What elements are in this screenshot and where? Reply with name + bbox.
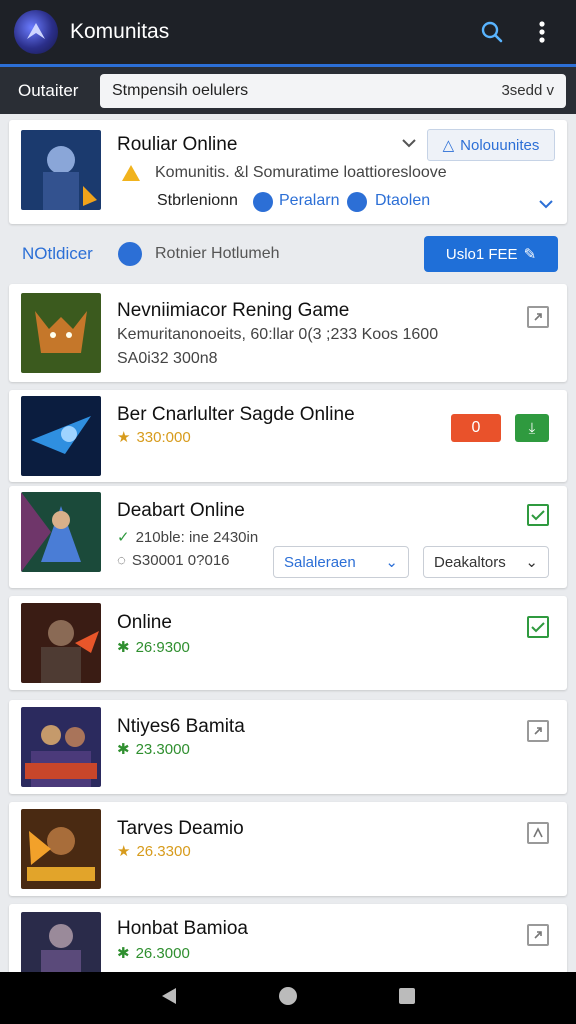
game-count: 26.3300 xyxy=(136,842,191,860)
count-badge[interactable]: 0 xyxy=(451,414,501,442)
filter-bar: Outaiter Stmpensih oelulers 3sedd v xyxy=(0,64,576,114)
list-item[interactable]: Nevniimiacor Rening Game Kemuritanonoeit… xyxy=(9,284,567,382)
featured-card[interactable]: Rouliar Online △ Nolouunites Komunitis. … xyxy=(9,120,567,224)
game-count: 26:9300 xyxy=(135,638,190,656)
list-item[interactable]: Tarves Deamio ★ 26.3300 xyxy=(9,802,567,896)
game-info: ✓ 210ble: ine 2430in xyxy=(117,528,259,547)
star-icon: ✱ xyxy=(117,639,130,656)
edit-icon: ✎ xyxy=(523,246,537,263)
star-icon: ★ xyxy=(117,429,131,446)
download-icon[interactable]: ⤓ xyxy=(515,414,549,442)
more-vert-icon[interactable] xyxy=(522,12,562,52)
section-subtitle: Rotnier Hotlumeh xyxy=(155,245,280,262)
filter-label: Outaiter xyxy=(18,80,79,100)
section-action-button[interactable]: Uslo1 FEE ✎ xyxy=(424,236,558,272)
game-info-text: 210ble: ine 2430in xyxy=(135,528,259,546)
list-item[interactable]: Ber Cnarlulter Sagde Online ★ 330:000 0 … xyxy=(9,390,567,482)
system-nav-bar xyxy=(0,972,576,1024)
share-icon[interactable] xyxy=(527,822,549,844)
game-players: SA0i32 300n8 xyxy=(117,350,218,367)
globe-icon xyxy=(118,242,142,266)
chevron-down-icon: ⌄ xyxy=(525,554,538,571)
featured-action-label: Nolouunites xyxy=(460,136,540,154)
external-link-icon[interactable] xyxy=(527,306,549,328)
section-title: NOtldicer xyxy=(22,244,93,263)
game-comments-text: S30001 0?016 xyxy=(131,552,230,569)
game-count: 26.3000 xyxy=(135,944,190,962)
chevron-down-icon[interactable] xyxy=(401,136,417,154)
globe-icon xyxy=(347,192,367,212)
game-title: Nevniimiacor Rening Game xyxy=(117,300,350,321)
list-item[interactable]: Ntiyes6 Bamita ✱ 23.3000 xyxy=(9,700,567,794)
filter-value: Stmpensih oelulers xyxy=(112,81,249,99)
game-thumbnail xyxy=(21,293,101,373)
select-dropdown-value: Salaleraen xyxy=(284,553,356,571)
featured-title: Rouliar Online xyxy=(117,134,238,155)
game-rating: ✱ 26:9300 xyxy=(117,638,190,657)
star-icon: ✱ xyxy=(117,945,130,962)
game-count: 23.3000 xyxy=(135,740,190,758)
list-item[interactable]: Deabart Online ✓ 210ble: ine 2430in ◌ S3… xyxy=(9,486,567,588)
warning-icon xyxy=(121,164,141,187)
game-title: Deabart Online xyxy=(117,500,245,521)
comment-icon: ◌ xyxy=(117,552,126,569)
game-title: Tarves Deamio xyxy=(117,818,244,839)
game-title: Ntiyes6 Bamita xyxy=(117,716,245,737)
featured-tag-1: Stbrlenionn xyxy=(157,192,238,209)
game-thumbnail xyxy=(21,707,101,787)
list-item[interactable]: Online ✱ 26:9300 xyxy=(9,596,567,690)
featured-action-button[interactable]: △ Nolouunites xyxy=(427,129,555,161)
section-action-label: Uslo1 FEE xyxy=(445,245,518,263)
game-title: Honbat Bamioa xyxy=(117,918,248,939)
filter-select[interactable]: 3sedd v xyxy=(501,82,554,99)
game-comments: ◌ S30001 0?016 xyxy=(117,552,230,569)
tag-icon: △ xyxy=(442,137,455,154)
chevron-down-icon: ⌄ xyxy=(385,554,398,571)
game-thumbnail xyxy=(21,492,101,572)
featured-subtitle: Komunitis. &l Somuratime loattioresloove xyxy=(155,164,447,181)
game-rating: ★ 26.3300 xyxy=(117,842,191,861)
game-rating: ✱ 23.3000 xyxy=(117,740,190,759)
featured-tag-2[interactable]: Peralarn xyxy=(279,192,339,210)
game-count: 330:000 xyxy=(136,428,191,446)
select-dropdown[interactable]: Deakaltors ⌄ xyxy=(423,546,549,578)
select-dropdown-value: Deakaltors xyxy=(434,553,506,571)
check-icon[interactable] xyxy=(527,616,549,638)
game-thumbnail xyxy=(21,396,101,476)
app-title: Komunitas xyxy=(70,20,170,43)
recents-icon[interactable] xyxy=(398,987,416,1010)
globe-icon xyxy=(253,192,273,212)
game-thumbnail xyxy=(21,809,101,889)
star-icon: ★ xyxy=(117,843,131,860)
game-thumbnail xyxy=(21,603,101,683)
chevron-down-icon[interactable] xyxy=(539,196,553,214)
check-circle-icon: ✓ xyxy=(117,529,130,546)
external-link-icon[interactable] xyxy=(527,924,549,946)
back-icon[interactable] xyxy=(160,986,178,1011)
game-title: Ber Cnarlulter Sagde Online xyxy=(117,404,355,425)
search-icon[interactable] xyxy=(472,12,512,52)
list-item[interactable]: Honbat Bamioa ✱ 26.3000 xyxy=(9,904,567,974)
check-icon[interactable] xyxy=(527,504,549,526)
app-bar: Komunitas xyxy=(0,0,576,64)
game-description: Kemuritanonoeits, 60:llar 0(3 ;233 Koos … xyxy=(117,326,439,343)
filter-input[interactable]: Stmpensih oelulers 3sedd v xyxy=(100,73,566,108)
game-title: Online xyxy=(117,612,172,633)
game-rating: ★ 330:000 xyxy=(117,428,191,447)
featured-thumbnail xyxy=(21,130,101,210)
select-dropdown[interactable]: Salaleraen ⌄ xyxy=(273,546,409,578)
game-thumbnail xyxy=(21,912,101,974)
app-logo xyxy=(14,10,58,54)
star-icon: ✱ xyxy=(117,741,130,758)
home-icon[interactable] xyxy=(278,986,298,1011)
game-rating: ✱ 26.3000 xyxy=(117,944,190,963)
featured-tag-3[interactable]: Dtaolen xyxy=(375,192,430,210)
external-link-icon[interactable] xyxy=(527,720,549,742)
